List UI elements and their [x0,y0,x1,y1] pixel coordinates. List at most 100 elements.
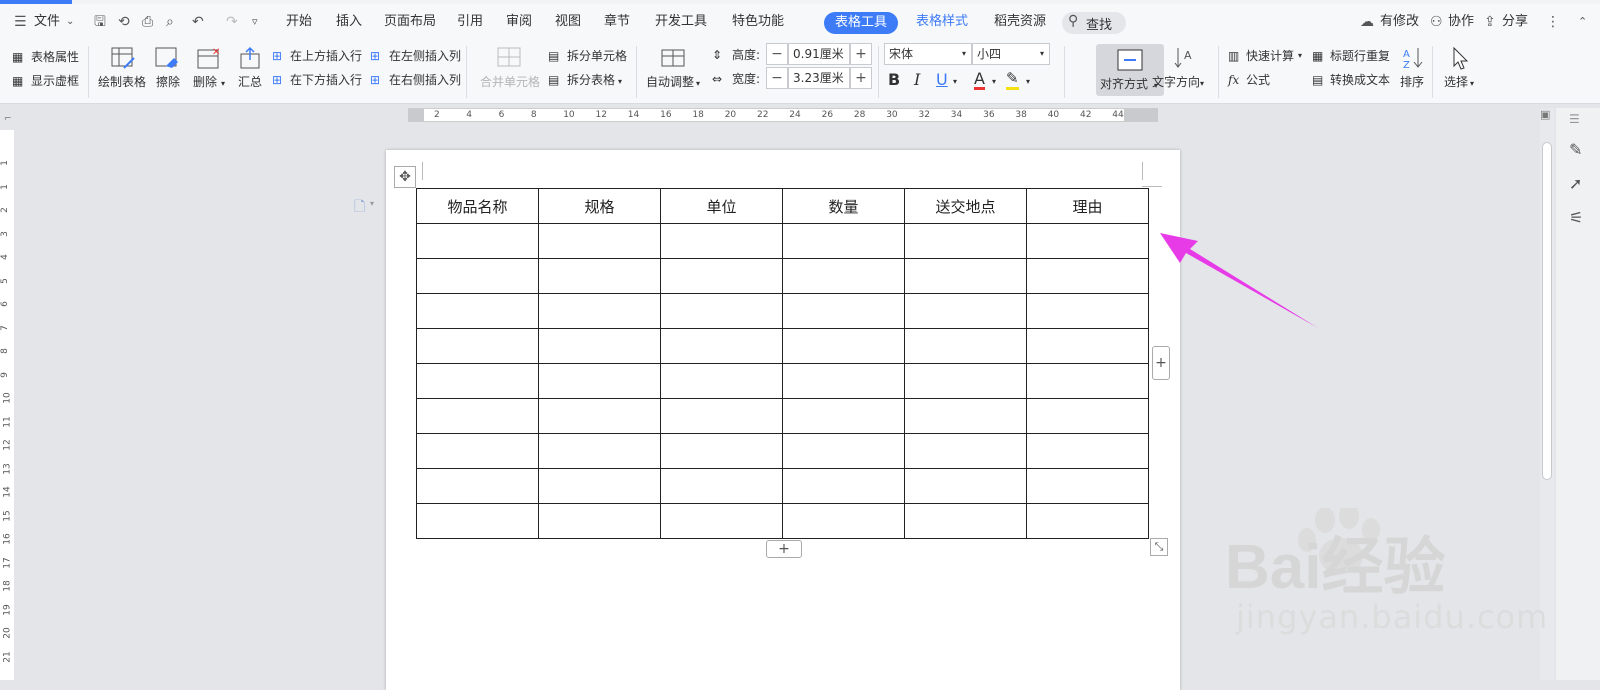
table-cell[interactable] [904,468,1027,504]
table-cell[interactable] [660,293,783,329]
undo-icon[interactable]: ↶ [192,12,204,32]
table-cell[interactable] [660,503,783,539]
table-cell[interactable] [782,223,905,259]
page-nav-icon[interactable]: ▣ [1540,108,1550,121]
chevron-down-icon[interactable]: ▾ [1298,48,1302,64]
table-cell[interactable] [1026,503,1149,539]
table-cell[interactable] [904,328,1027,364]
chevron-down-icon[interactable]: ▾ [221,76,225,92]
table-cell[interactable] [416,468,539,504]
chevron-down-icon[interactable]: ▾ [962,46,966,62]
insert-col-right-button[interactable]: 在右侧插入列 [389,72,461,88]
redo-icon[interactable]: ↷ [226,12,238,32]
table-cell[interactable] [538,433,661,469]
edit-pen-icon[interactable]: ✎ [1569,140,1582,159]
save-icon[interactable]: 🖫 [94,12,106,32]
document-page[interactable]: ✥ 物品名称 规格 单位 数量 送交地点 理由 [386,150,1180,690]
tab-references[interactable]: 引用 [457,12,483,32]
modified-status[interactable]: 有修改 [1380,12,1419,32]
collapse-ribbon-icon[interactable]: ⌃ [1578,12,1587,32]
settings-sliders-icon[interactable]: ⚟ [1569,208,1583,227]
table-cell[interactable] [416,293,539,329]
table-cell[interactable] [782,433,905,469]
table-cell[interactable] [1026,223,1149,259]
panel-menu-icon[interactable]: ☰ [1569,112,1580,126]
table-cell[interactable] [538,328,661,364]
print-icon[interactable]: ⎙ [142,12,153,32]
auto-adjust-button[interactable]: 自动调整 [646,74,694,90]
font-color-button[interactable]: A [974,70,985,90]
table-cell[interactable] [416,258,539,294]
table-cell[interactable] [904,433,1027,469]
collaborate-button[interactable]: 协作 [1448,12,1474,32]
highlight-icon[interactable]: ✎ [1006,70,1019,90]
show-grid-button[interactable]: 显示虚框 [31,73,79,89]
search-box[interactable]: ⚲ 查找 [1062,12,1126,34]
table-cell[interactable] [660,433,783,469]
tab-view[interactable]: 视图 [555,12,581,32]
tab-docer-resources[interactable]: 稻壳资源 [994,12,1046,32]
table-cell[interactable] [538,363,661,399]
tab-features[interactable]: 特色功能 [732,12,784,32]
height-decrease-button[interactable]: − [766,43,788,65]
table-cell[interactable] [660,468,783,504]
chevron-down-icon[interactable]: ▾ [1026,74,1030,90]
table-cell[interactable] [1026,293,1149,329]
table-cell[interactable] [416,328,539,364]
width-input[interactable]: 3.23厘米 [788,67,850,89]
table-cell[interactable] [538,398,661,434]
table-cell[interactable] [782,363,905,399]
table-cell[interactable] [416,503,539,539]
bold-button[interactable]: B [888,72,900,88]
chevron-down-icon[interactable]: ▾ [1470,76,1474,92]
text-direction-button[interactable]: 文字方向 [1152,74,1200,90]
underline-button[interactable]: U [936,72,948,88]
table-cell[interactable] [904,398,1027,434]
table-props-button[interactable]: 表格属性 [31,49,79,65]
paragraph-icon[interactable]: 🗋 [354,196,365,220]
split-table-button[interactable]: 拆分表格 [567,72,615,88]
italic-button[interactable]: I [914,72,920,88]
more-icon[interactable]: ▿ [252,12,258,32]
width-increase-button[interactable]: + [850,67,872,89]
table-cell[interactable] [782,328,905,364]
format-painter-icon[interactable]: ⟲ [118,12,130,32]
header-cell[interactable]: 规格 [538,188,661,224]
draw-table-button[interactable]: 绘制表格 [98,74,146,90]
scrollbar-thumb[interactable] [1542,142,1552,480]
table-cell[interactable] [782,398,905,434]
table-cell[interactable] [782,293,905,329]
height-input[interactable]: 0.91厘米 [788,43,850,65]
tab-table-tools[interactable]: 表格工具 [824,12,898,34]
header-cell[interactable]: 数量 [782,188,905,224]
table-cell[interactable] [416,363,539,399]
erase-button[interactable]: 擦除 [156,74,180,90]
table-cell[interactable] [1026,328,1149,364]
table-cell[interactable] [1026,258,1149,294]
table-cell[interactable] [416,433,539,469]
table-cell[interactable] [538,258,661,294]
convert-to-text-button[interactable]: 转换成文本 [1330,72,1390,88]
table-cell[interactable] [660,363,783,399]
table-cell[interactable] [660,223,783,259]
insert-row-above-button[interactable]: 在上方插入行 [290,48,362,64]
table-cell[interactable] [538,223,661,259]
table-cell[interactable] [1026,398,1149,434]
tab-developer[interactable]: 开发工具 [655,12,707,32]
table-cell[interactable] [538,468,661,504]
add-row-button[interactable]: + [766,540,802,558]
more-options-icon[interactable]: ⋮ [1546,12,1560,32]
chevron-down-icon[interactable]: ▾ [953,74,957,90]
tab-home[interactable]: 开始 [286,12,312,32]
table-cell[interactable] [904,258,1027,294]
chevron-down-icon[interactable]: ▾ [1040,46,1044,62]
table-cell[interactable] [782,258,905,294]
table-cell[interactable] [416,398,539,434]
vertical-ruler[interactable]: 1 1 2 3 4 5 6 7 8 9 10 11 12 13 14 15 16 17 18 19 20 21 [0,130,14,680]
header-cell[interactable]: 理由 [1026,188,1149,224]
chevron-down-icon[interactable]: ▾ [992,74,996,90]
chevron-down-icon[interactable]: ▾ [370,199,374,208]
select-button[interactable]: 选择 [1444,74,1468,90]
merge-cells-button[interactable]: 合并单元格 [480,74,540,90]
table-cell[interactable] [904,503,1027,539]
